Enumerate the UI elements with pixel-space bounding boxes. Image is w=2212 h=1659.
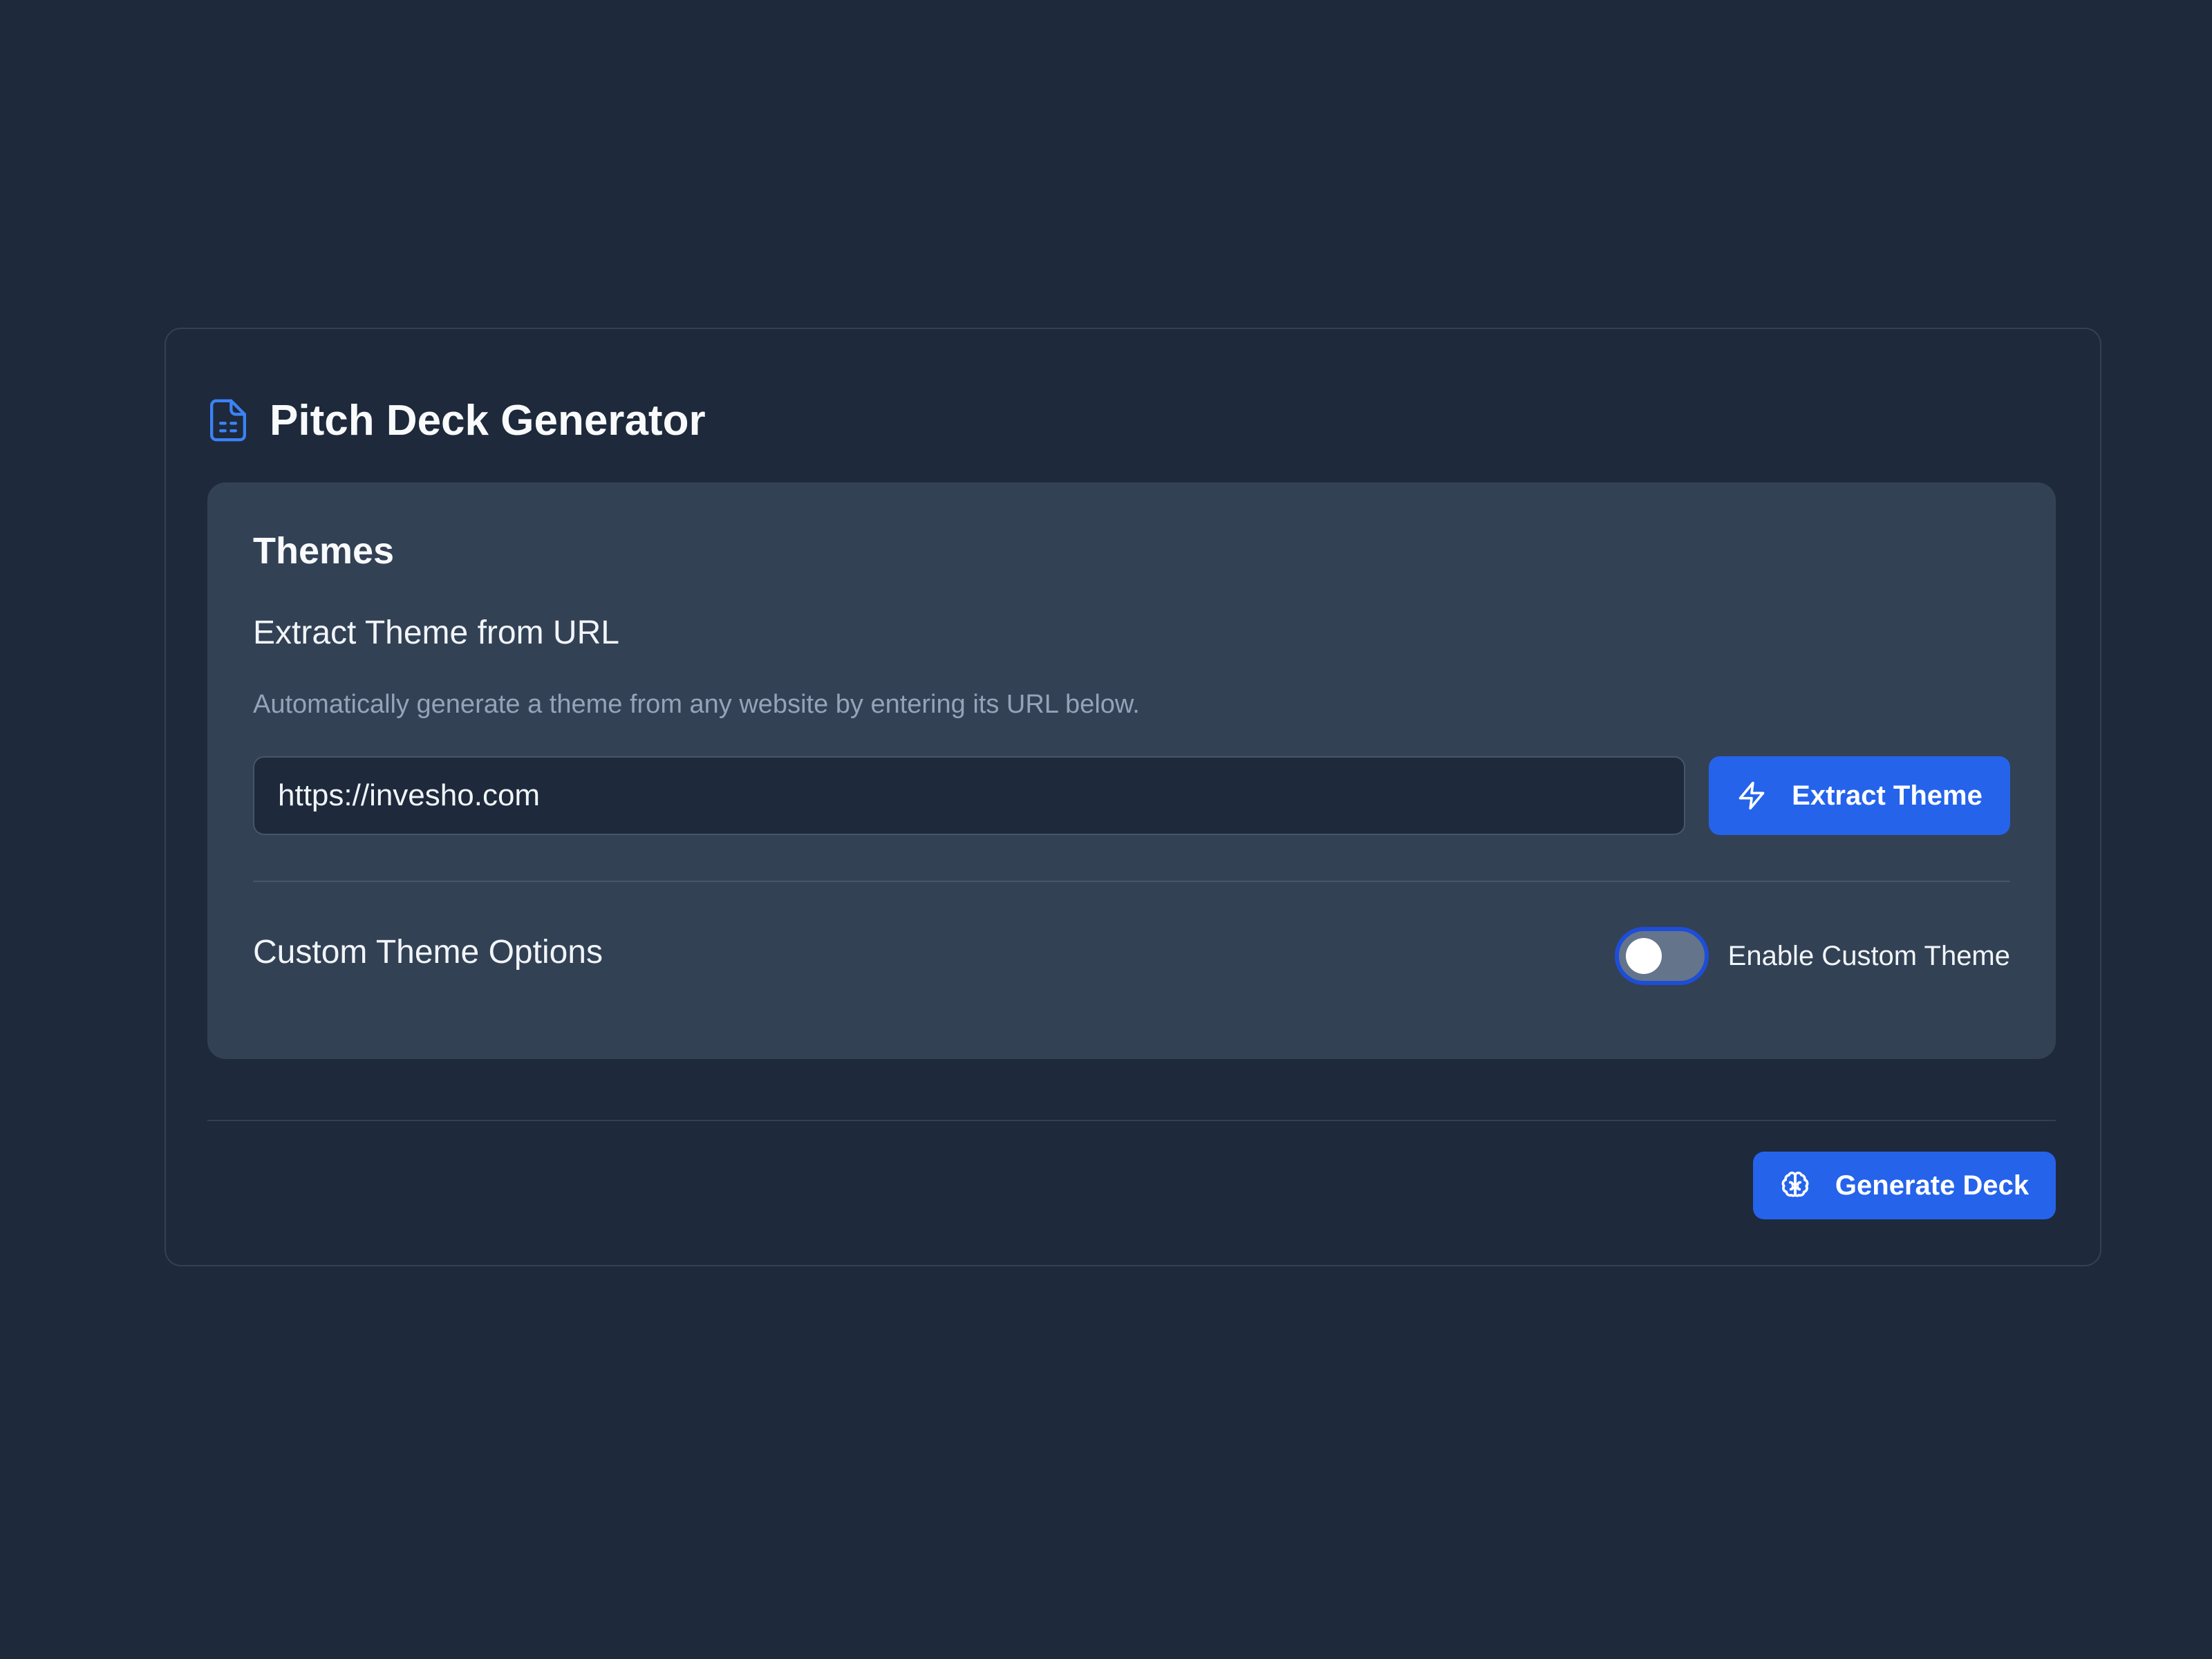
custom-theme-toggle-group: Enable Custom Theme: [1614, 925, 2010, 987]
generate-deck-button-label: Generate Deck: [1835, 1170, 2030, 1201]
custom-theme-toggle-label: Enable Custom Theme: [1727, 940, 2010, 971]
extract-theme-button-label: Extract Theme: [1792, 780, 1983, 811]
extract-theme-button[interactable]: Extract Theme: [1709, 756, 2010, 835]
custom-theme-toggle[interactable]: [1614, 927, 1709, 985]
page-title: Pitch Deck Generator: [270, 396, 706, 444]
zap-icon: [1736, 780, 1767, 811]
url-input[interactable]: [253, 756, 1685, 835]
pitch-deck-card: Pitch Deck Generator Themes Extract Them…: [165, 328, 2101, 1266]
file-text-icon: [209, 398, 247, 442]
footer-divider: [207, 1120, 2056, 1121]
toggle-knob: [1625, 938, 1662, 974]
themes-panel: Themes Extract Theme from URL Automatica…: [207, 482, 2056, 1059]
custom-theme-title: Custom Theme Options: [253, 934, 603, 971]
extract-theme-description: Automatically generate a theme from any …: [253, 690, 1140, 719]
brain-icon: [1780, 1170, 1810, 1201]
generate-deck-button[interactable]: Generate Deck: [1753, 1152, 2056, 1219]
extract-theme-title: Extract Theme from URL: [253, 615, 619, 651]
themes-section-title: Themes: [253, 530, 395, 572]
section-divider: [253, 881, 2010, 882]
card-header: Pitch Deck Generator: [209, 386, 706, 455]
